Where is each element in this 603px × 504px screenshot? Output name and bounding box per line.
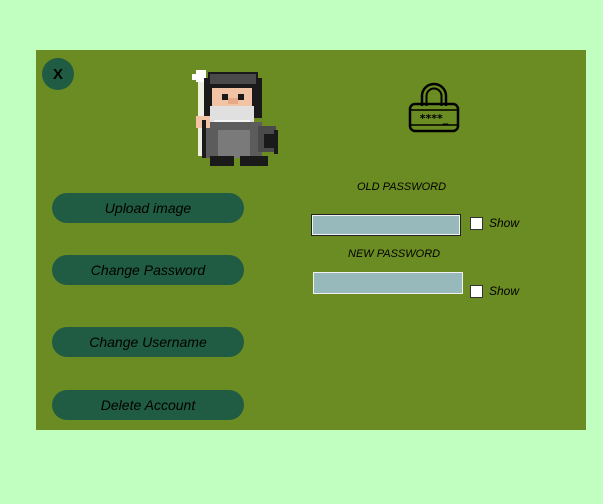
upload-image-button[interactable]: Upload image [52, 193, 244, 223]
old-password-input[interactable] [311, 214, 461, 236]
new-password-input[interactable] [313, 272, 463, 294]
show-old-password-label: Show [489, 216, 520, 230]
show-new-password-checkbox[interactable] [470, 285, 483, 298]
password-lock-icon: ****_ [406, 80, 462, 136]
wizard-avatar-icon [188, 70, 280, 168]
show-new-password-label: Show [489, 284, 520, 298]
old-password-label: OLD PASSWORD [357, 181, 447, 193]
new-password-label: NEW PASSWORD [348, 248, 441, 260]
show-old-password-checkbox[interactable] [470, 217, 483, 230]
lock-password-text: ****_ [420, 112, 449, 125]
change-password-button[interactable]: Change Password [52, 255, 244, 285]
change-username-button[interactable]: Change Username [52, 327, 244, 357]
close-button[interactable]: X [42, 58, 74, 90]
delete-account-button[interactable]: Delete Account [52, 390, 244, 420]
account-settings-panel: X ****_ Upload image Change Password Cha… [36, 50, 586, 430]
